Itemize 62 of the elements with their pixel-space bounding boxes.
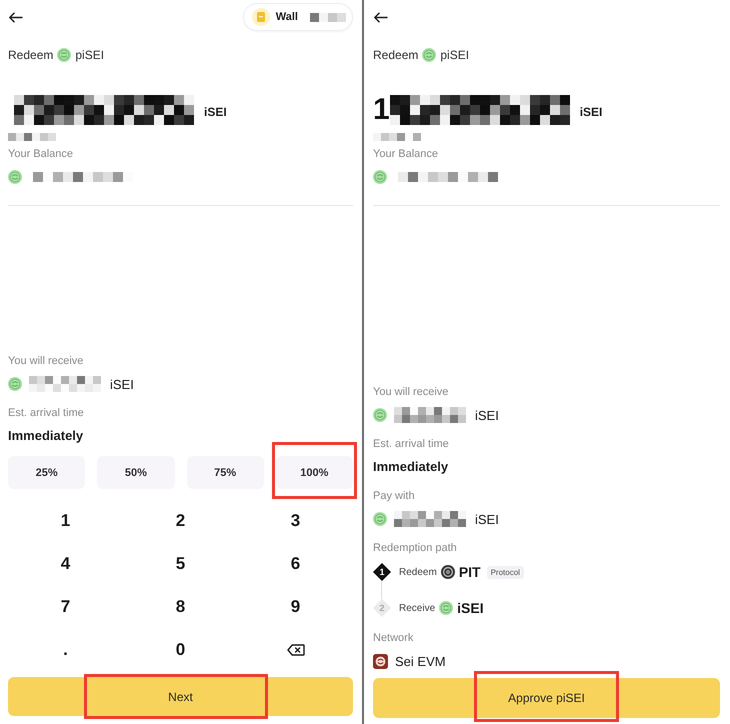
balance-label: Your Balance bbox=[8, 147, 74, 161]
step-action: Redeem bbox=[399, 566, 437, 578]
primary-button[interactable]: Approve piSEI bbox=[373, 678, 720, 718]
token-coin-icon bbox=[422, 48, 436, 62]
keypad-key[interactable]: 8 bbox=[160, 588, 200, 624]
detail-value: Immediately bbox=[8, 428, 84, 444]
network-logo-icon bbox=[373, 654, 388, 668]
detail-label: Redemption path bbox=[373, 541, 457, 555]
title-action: Redeem bbox=[8, 48, 54, 62]
token-coin-icon bbox=[373, 512, 387, 526]
detail-label: Est. arrival time bbox=[8, 406, 84, 420]
percent-button[interactable]: 50% bbox=[97, 456, 174, 489]
primary-button[interactable]: Next bbox=[8, 677, 353, 716]
percent-button[interactable]: 75% bbox=[186, 456, 264, 489]
detail-label: You will receive bbox=[373, 385, 448, 399]
token-coin-icon bbox=[57, 48, 72, 62]
network-name: Sei EVM bbox=[395, 654, 446, 668]
wallet-button[interactable]: Wall bbox=[242, 3, 353, 31]
wallet-icon bbox=[252, 8, 270, 26]
keypad-key[interactable]: 4 bbox=[46, 546, 86, 582]
keypad-key[interactable]: 0 bbox=[160, 632, 200, 668]
protocol-tag: Protocol bbox=[486, 566, 524, 578]
keypad-key[interactable]: 7 bbox=[46, 588, 86, 624]
amount-digits: 1 bbox=[373, 95, 390, 125]
ring-logo-icon bbox=[440, 565, 455, 579]
title-action: Redeem bbox=[373, 48, 418, 62]
step-name: iSEI bbox=[457, 600, 484, 616]
token-coin-icon bbox=[8, 170, 22, 184]
back-arrow-icon[interactable] bbox=[8, 12, 23, 22]
token-coin-icon bbox=[8, 377, 22, 391]
back-arrow-icon[interactable] bbox=[373, 12, 388, 22]
detail-label: Network bbox=[373, 631, 414, 645]
detail-label: Est. arrival time bbox=[373, 437, 449, 451]
title-token: piSEI bbox=[440, 48, 470, 62]
percent-button[interactable]: 100% bbox=[276, 456, 353, 489]
step-connector-line bbox=[381, 581, 382, 599]
step-action: Receive bbox=[399, 602, 436, 614]
token-unit: iSEI bbox=[475, 408, 499, 422]
token-coin-icon bbox=[373, 170, 387, 184]
keypad-key[interactable]: . bbox=[46, 632, 86, 668]
token-unit: iSEI bbox=[475, 512, 499, 526]
keypad-key[interactable]: 5 bbox=[160, 546, 200, 582]
detail-label: You will receive bbox=[8, 354, 84, 368]
keypad-key[interactable]: 2 bbox=[160, 502, 200, 538]
keypad-key[interactable]: 9 bbox=[276, 588, 316, 624]
step-marker: 1 bbox=[373, 563, 391, 581]
step-marker: 2 bbox=[373, 599, 391, 617]
detail-value: Immediately bbox=[373, 459, 448, 475]
amount-unit: iSEI bbox=[204, 105, 227, 119]
balance-label: Your Balance bbox=[373, 147, 438, 161]
amount-unit: iSEI bbox=[580, 105, 602, 119]
token-coin-icon bbox=[373, 408, 387, 422]
token-unit: iSEI bbox=[110, 376, 134, 392]
backspace-icon bbox=[286, 644, 304, 656]
keypad-key[interactable]: 6 bbox=[276, 546, 316, 582]
percent-button[interactable]: 25% bbox=[8, 456, 86, 489]
title-token: piSEI bbox=[75, 48, 104, 62]
detail-label: Pay with bbox=[373, 489, 415, 503]
keypad-key[interactable]: 1 bbox=[46, 502, 86, 538]
keypad-key[interactable]: 3 bbox=[276, 502, 316, 538]
token-coin-icon bbox=[439, 601, 454, 615]
step-name: PIT bbox=[458, 564, 481, 580]
